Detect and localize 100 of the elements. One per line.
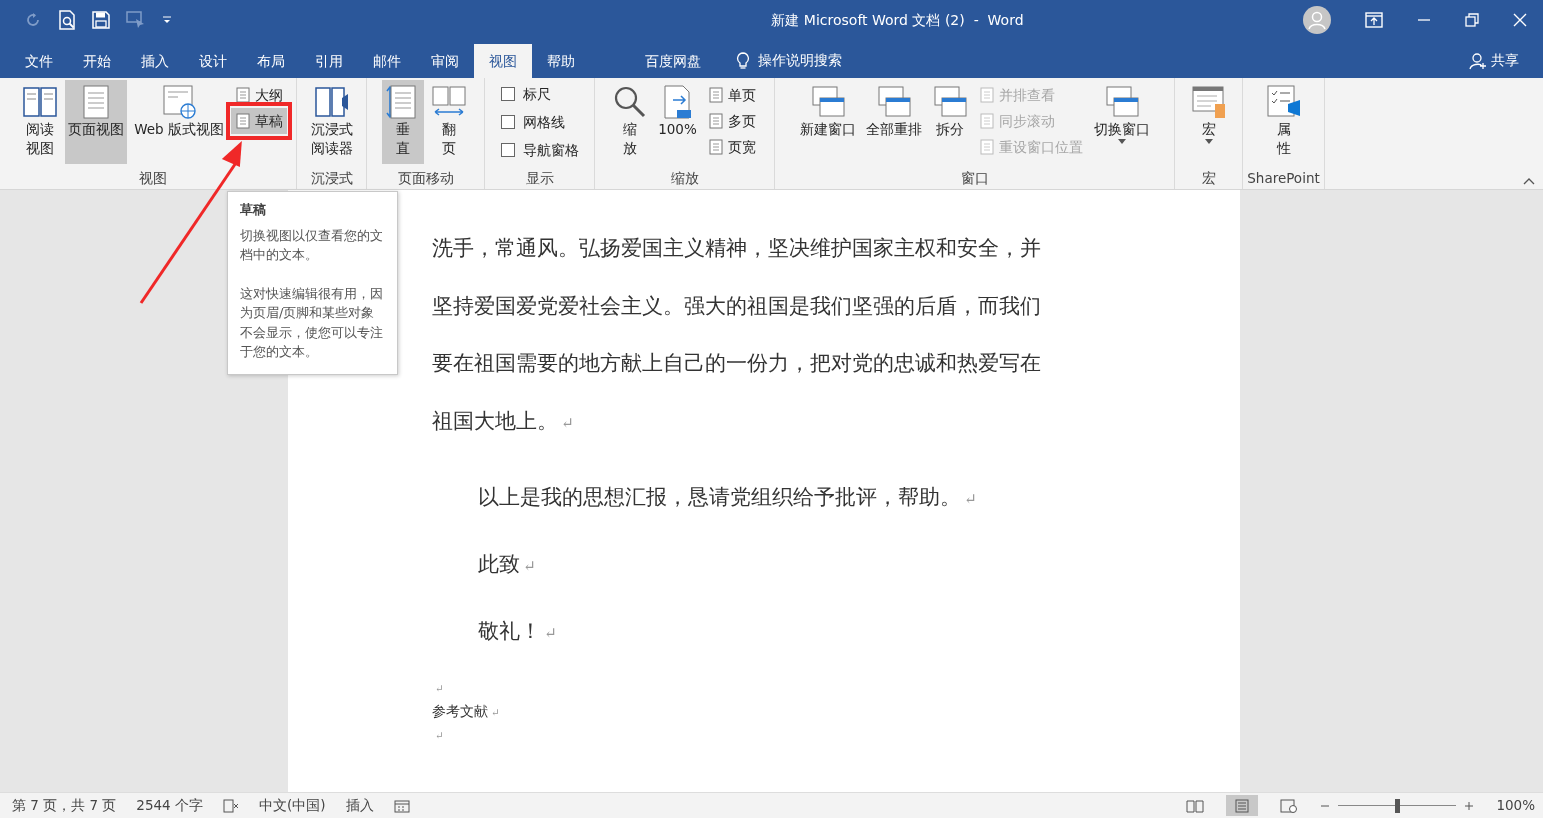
text-line: 坚持爱国爱党爱社会主义。强大的祖国是我们坚强的后盾，而我们 (432, 293, 1041, 318)
book-speaker-icon (313, 84, 350, 120)
zoom-level[interactable]: 100% (1496, 795, 1535, 816)
text-line: 敬礼！ (478, 619, 541, 643)
proofing-icon[interactable] (223, 798, 239, 813)
ribbon-tab[interactable]: 视图 (474, 44, 532, 78)
small-page-icon (234, 113, 251, 129)
avatar-icon[interactable] (1303, 6, 1331, 34)
paragraph-mark: ↵ (491, 705, 500, 718)
checkbox-label[interactable]: 导航窗格 (522, 139, 579, 161)
ribbon-tab[interactable]: 插入 (126, 44, 184, 78)
ribbon-tab[interactable]: 布局 (242, 44, 300, 78)
ribbon-button[interactable]: 属 性 (1262, 80, 1305, 164)
ribbon-button[interactable]: 100% (655, 80, 700, 164)
insert-mode[interactable]: 插入 (345, 795, 374, 816)
read-mode-icon[interactable] (1186, 798, 1205, 813)
paragraph-mark: ↵ (561, 413, 574, 432)
windows-icon (931, 84, 968, 120)
restore-icon[interactable] (1465, 13, 1479, 27)
ribbon-button[interactable]: 大纲 (230, 82, 287, 108)
ribbon-button[interactable]: 阅读 视图 (19, 80, 62, 164)
language-indicator[interactable]: 中文(中国) (259, 795, 326, 816)
ribbon-button[interactable]: 切换窗口 (1090, 80, 1153, 164)
ribbon-button[interactable]: 垂 直 (381, 80, 424, 164)
ribbon-button[interactable]: 草稿 (230, 108, 287, 134)
checkbox-label[interactable]: 网格线 (522, 111, 565, 133)
ribbon-tab[interactable]: 引用 (300, 44, 358, 78)
ribbon-button[interactable]: Web 版式视图 (131, 80, 227, 164)
checkbox-label[interactable]: 标尺 (522, 83, 551, 105)
ribbon-button[interactable]: 宏 (1187, 80, 1230, 164)
close-icon[interactable] (1513, 13, 1527, 27)
ribbon-button[interactable]: 沉浸式 阅读器 (307, 80, 356, 164)
ribbon-tab[interactable]: 文件 (10, 44, 68, 78)
ribbon-button: 并排查看 (974, 82, 1087, 108)
small-page-icon (707, 139, 724, 155)
text-line: 洗手，常通风。弘扬爱国主义精神，坚决维护国家主权和安全，并 (432, 236, 1041, 260)
windows-icon (809, 84, 846, 120)
ribbon-tab[interactable]: 百度网盘 (630, 44, 716, 78)
slider-thumb[interactable] (1395, 798, 1401, 813)
group-label: 宏 (1200, 169, 1217, 188)
page-count[interactable]: 第 7 页，共 7 页 (12, 795, 117, 816)
macro-record-icon[interactable] (393, 798, 410, 813)
text-line: 祖国大地上。 (432, 408, 558, 433)
ribbon-button[interactable]: 新建窗口 (796, 80, 859, 164)
share-button[interactable]: 共享 (1491, 50, 1519, 71)
small-page-icon (707, 113, 724, 129)
save-icon[interactable] (92, 11, 110, 29)
checkbox[interactable] (500, 115, 515, 129)
small-page-icon (978, 139, 995, 155)
checklist-icon (1265, 84, 1302, 120)
person-add-icon[interactable] (1469, 51, 1487, 70)
group-label: 缩放 (669, 169, 700, 188)
paragraph-mark: ↵ (435, 682, 444, 694)
group-label: 页面移动 (396, 169, 455, 188)
ribbon-button[interactable]: 全部重排 (862, 80, 925, 164)
ribbon-tab[interactable]: 邮件 (358, 44, 416, 78)
touch-mode-icon[interactable] (126, 11, 146, 29)
ribbon-tab[interactable]: 帮助 (532, 44, 590, 78)
print-layout-view[interactable] (1226, 795, 1259, 816)
paragraph-mark: ↵ (435, 729, 444, 741)
caret-icon[interactable] (162, 15, 172, 25)
group-label: 沉浸式 (309, 169, 354, 188)
ribbon-tab[interactable]: 审阅 (416, 44, 474, 78)
lightbulb-icon[interactable] (736, 51, 750, 70)
text-line: 以上是我的思想汇报，恳请党组织给予批评，帮助。 (478, 485, 961, 509)
macro-icon (1190, 84, 1227, 120)
paragraph-mark: ↵ (544, 624, 557, 642)
ribbon-button[interactable]: 页面视图 (65, 80, 128, 164)
print-preview-icon[interactable] (58, 10, 76, 30)
text-line: 要在祖国需要的地方献上自己的一份力，把对党的忠诚和热爱写在 (432, 351, 1041, 375)
ribbon-button[interactable]: 缩 放 (609, 80, 652, 164)
small-page-icon (234, 87, 251, 103)
web-layout-icon[interactable] (1280, 798, 1299, 813)
open-book-icon (22, 84, 59, 120)
ribbon-button: 重设窗口位置 (974, 134, 1087, 160)
small-page-icon (978, 87, 995, 103)
ribbon-tab[interactable]: 开始 (68, 44, 126, 78)
checkbox[interactable] (500, 87, 515, 101)
group-label: 视图 (138, 169, 168, 188)
tooltip-text: 切换视图以仅查看您的文档中的文本。 (240, 226, 384, 264)
zoom-in-icon[interactable] (1464, 800, 1475, 811)
caret-icon (1117, 139, 1126, 144)
ribbon-button[interactable]: 拆分 (928, 80, 971, 164)
ribbon-button[interactable]: 单页 (703, 82, 760, 108)
undo-icon[interactable] (24, 11, 42, 29)
group-label: 显示 (524, 169, 555, 188)
small-page-icon (707, 87, 724, 103)
collapse-ribbon-icon[interactable] (1523, 177, 1535, 185)
windows-icon (1103, 84, 1140, 120)
highlight-frame (225, 102, 292, 140)
ribbon-button[interactable]: 页宽 (703, 134, 760, 160)
checkbox[interactable] (500, 143, 515, 157)
ribbon-button[interactable]: 翻 页 (427, 80, 470, 164)
ribbon-button[interactable]: 多页 (703, 108, 760, 134)
group-label: 窗口 (959, 169, 990, 188)
ribbon-display-icon[interactable] (1365, 12, 1383, 28)
word-count[interactable]: 2544 个字 (136, 795, 203, 816)
ribbon-tab[interactable]: 设计 (184, 44, 242, 78)
print-layout-icon (1234, 799, 1251, 814)
tell-me-search[interactable]: 操作说明搜索 (758, 50, 842, 71)
